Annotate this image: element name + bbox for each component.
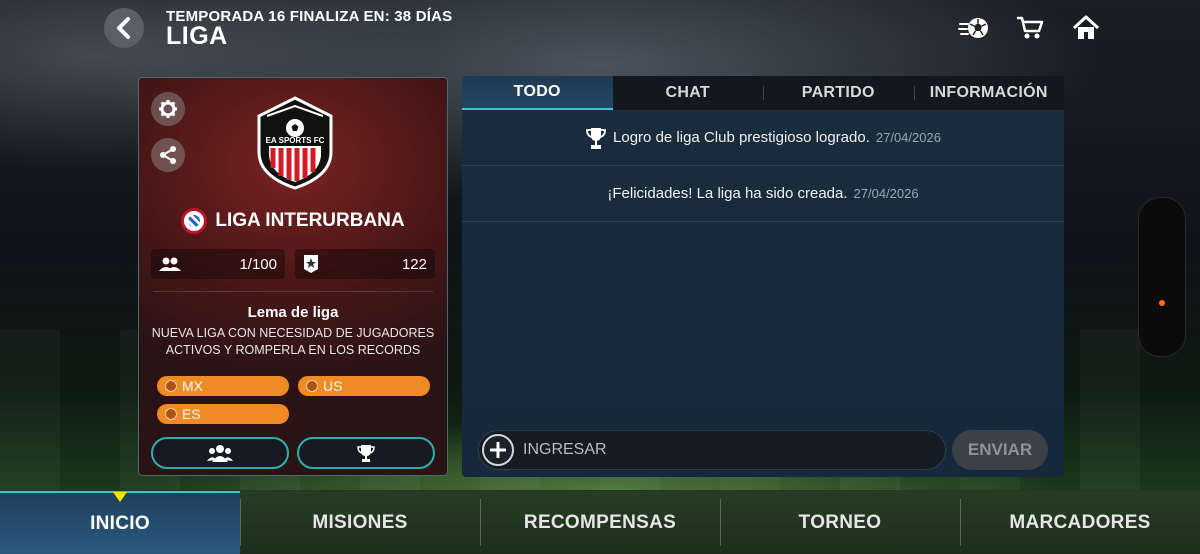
nav-label: MARCADORES bbox=[1009, 511, 1151, 533]
cart-icon[interactable] bbox=[1014, 12, 1046, 44]
notification-dot-icon bbox=[1159, 300, 1165, 306]
members-icon bbox=[159, 257, 181, 271]
tab-todo[interactable]: TODO bbox=[462, 76, 613, 110]
nav-recompensas[interactable]: RECOMPENSAS bbox=[480, 491, 720, 554]
nav-label: RECOMPENSAS bbox=[523, 511, 677, 533]
feed-item: Logro de liga Club prestigioso logrado. … bbox=[462, 110, 1064, 166]
nav-torneo[interactable]: TORNEO bbox=[720, 491, 960, 554]
nav-inicio[interactable]: INICIO bbox=[0, 491, 240, 554]
members-icon bbox=[207, 445, 233, 462]
crest-text: EA SPORTS FC bbox=[266, 136, 325, 145]
share-button[interactable] bbox=[151, 138, 185, 172]
region-tag: MX bbox=[157, 376, 289, 396]
soccer-ball-icon[interactable] bbox=[958, 12, 990, 44]
globe-icon bbox=[165, 380, 177, 392]
club-badge-icon bbox=[181, 208, 208, 234]
back-arrow-icon bbox=[117, 17, 130, 39]
page-title: LIGA bbox=[166, 22, 228, 50]
divider bbox=[153, 291, 433, 292]
league-name: LIGA INTERURBANA bbox=[215, 210, 405, 231]
region-label: ES bbox=[182, 406, 201, 422]
globe-icon bbox=[306, 380, 318, 392]
feed-panel: TODO CHAT PARTIDO INFORMACIÓN Logro de l… bbox=[462, 76, 1064, 477]
region-tag: US bbox=[298, 376, 430, 396]
rating-stat: 122 bbox=[295, 249, 435, 279]
message-input[interactable]: INGRESAR bbox=[478, 430, 946, 470]
trophy-icon bbox=[586, 127, 606, 149]
globe-icon bbox=[165, 408, 177, 420]
nav-misiones[interactable]: MISIONES bbox=[240, 491, 480, 554]
league-card: EA SPORTS FC LIGA INTERURBANA 1/100 122 … bbox=[138, 77, 448, 476]
region-label: MX bbox=[182, 378, 203, 394]
back-button[interactable] bbox=[104, 8, 144, 48]
rating-value: 122 bbox=[401, 255, 427, 273]
side-panel-handle[interactable] bbox=[1138, 197, 1186, 357]
feed-item-text: Logro de liga Club prestigioso logrado. bbox=[613, 129, 870, 146]
nav-label: TORNEO bbox=[798, 511, 882, 533]
trophy-icon bbox=[357, 445, 375, 462]
bottom-nav: INICIO MISIONES RECOMPENSAS TORNEO MARCA… bbox=[0, 491, 1200, 554]
active-caret-icon bbox=[113, 492, 127, 502]
feed-item-date: 27/04/2026 bbox=[853, 186, 919, 201]
message-composer: INGRESAR ENVIAR bbox=[478, 430, 1048, 470]
region-label: US bbox=[323, 378, 343, 394]
badge-star-icon bbox=[304, 255, 318, 273]
members-button[interactable] bbox=[151, 437, 289, 469]
home-icon[interactable] bbox=[1070, 12, 1102, 44]
feed-tabs: TODO CHAT PARTIDO INFORMACIÓN bbox=[462, 76, 1064, 110]
tab-informacion[interactable]: INFORMACIÓN bbox=[913, 76, 1065, 110]
send-button[interactable]: ENVIAR bbox=[952, 430, 1048, 470]
plus-icon bbox=[490, 442, 506, 458]
motto-text: NUEVA LIGA CON NECESIDAD DE JUGADORES AC… bbox=[151, 326, 435, 357]
tab-chat[interactable]: CHAT bbox=[613, 76, 764, 110]
share-icon bbox=[160, 146, 176, 164]
league-crest-icon: EA SPORTS FC bbox=[257, 96, 333, 190]
feed-item-text: ¡Felicidades! La liga ha sido creada. bbox=[607, 185, 848, 202]
members-stat: 1/100 bbox=[151, 249, 285, 279]
nav-label: MISIONES bbox=[312, 511, 408, 533]
feed-item-date: 27/04/2026 bbox=[875, 130, 941, 145]
members-count: 1/100 bbox=[239, 255, 277, 273]
tab-partido[interactable]: PARTIDO bbox=[763, 76, 914, 110]
settings-button[interactable] bbox=[151, 92, 185, 126]
add-attachment-button[interactable] bbox=[482, 434, 514, 466]
nav-marcadores[interactable]: MARCADORES bbox=[960, 491, 1200, 554]
trophies-button[interactable] bbox=[297, 437, 435, 469]
nav-label: INICIO bbox=[90, 512, 150, 534]
motto-title: Lema de liga bbox=[247, 304, 339, 321]
feed-item: ¡Felicidades! La liga ha sido creada. 27… bbox=[462, 166, 1064, 222]
region-tag: ES bbox=[157, 404, 289, 424]
gear-icon bbox=[159, 100, 177, 118]
